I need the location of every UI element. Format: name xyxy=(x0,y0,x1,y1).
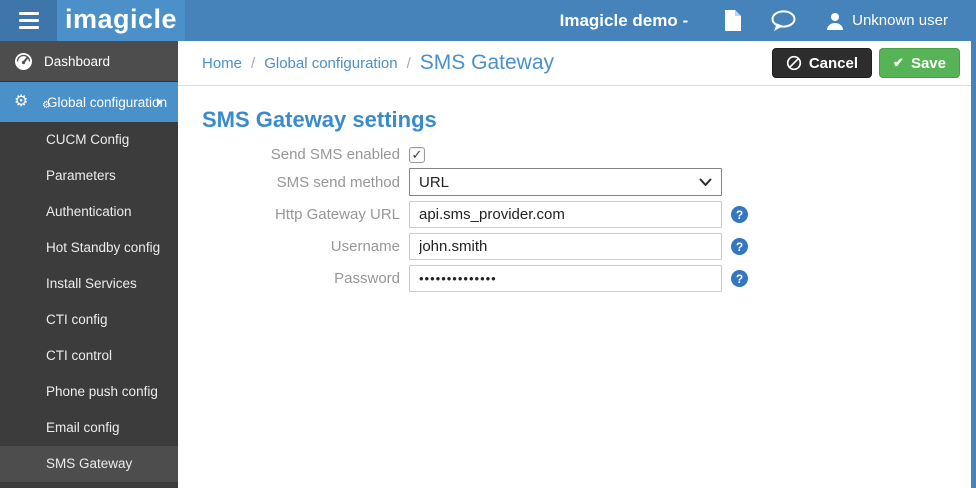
checkmark-icon: ✓ xyxy=(412,147,423,163)
user-menu[interactable]: Unknown user xyxy=(826,12,948,30)
sidebar-item-sms-gateway[interactable]: SMS Gateway xyxy=(0,446,178,482)
form-row-http-gateway-url: Http Gateway URL ? xyxy=(202,201,976,228)
sidebar-item-authentication[interactable]: Authentication xyxy=(0,194,178,230)
field-label: Http Gateway URL xyxy=(202,206,400,223)
help-icon[interactable]: ? xyxy=(731,270,748,287)
save-button-label: Save xyxy=(911,55,946,72)
sidebar-item-parameters[interactable]: Parameters xyxy=(0,158,178,194)
sidebar: Dashboard ⚙ ⚙ Global configuration CUCM … xyxy=(0,41,178,488)
imagicle-logo: imagicle xyxy=(57,0,185,41)
chat-icon[interactable] xyxy=(771,10,796,31)
sidebar-item-dashboard[interactable]: Dashboard xyxy=(0,41,178,82)
sidebar-item-cti-control[interactable]: CTI control xyxy=(0,338,178,374)
form-row-username: Username ? xyxy=(202,233,976,260)
sidebar-item-email-config[interactable]: Email config xyxy=(0,410,178,446)
user-name-label: Unknown user xyxy=(852,12,948,29)
breadcrumb-separator: / xyxy=(407,55,411,72)
ban-icon xyxy=(786,55,802,71)
sms-send-method-select[interactable]: URL xyxy=(409,168,722,196)
http-gateway-url-field[interactable] xyxy=(409,201,722,228)
instance-title: Imagicle demo - xyxy=(560,11,688,31)
sidebar-item-phone-push-config[interactable]: Phone push config xyxy=(0,374,178,410)
sidebar-item-cucm-config[interactable]: CUCM Config xyxy=(0,122,178,158)
field-label: Password xyxy=(202,270,400,287)
main-panel: Home / Global configuration / SMS Gatewa… xyxy=(178,41,976,488)
cancel-button[interactable]: Cancel xyxy=(772,48,872,78)
field-label: Send SMS enabled xyxy=(202,146,400,163)
hamburger-icon xyxy=(19,12,39,29)
save-button[interactable]: ✔ Save xyxy=(879,48,960,78)
password-field[interactable] xyxy=(409,265,722,292)
breadcrumb-current-page: SMS Gateway xyxy=(420,51,554,75)
sidebar-item-global-configuration[interactable]: ⚙ ⚙ Global configuration xyxy=(0,82,178,122)
top-bar: imagicle Imagicle demo - U xyxy=(0,0,976,41)
chevron-down-icon xyxy=(699,178,712,187)
form-row-send-sms-enabled: Send SMS enabled ✓ xyxy=(202,146,976,163)
select-value: URL xyxy=(419,174,449,191)
field-label: SMS send method xyxy=(202,174,400,191)
breadcrumb-separator: / xyxy=(251,55,255,72)
app-window: imagicle Imagicle demo - U xyxy=(0,0,976,488)
send-sms-enabled-checkbox[interactable]: ✓ xyxy=(409,147,425,163)
breadcrumb-bar: Home / Global configuration / SMS Gatewa… xyxy=(178,41,976,86)
form-row-password: Password ? xyxy=(202,265,976,292)
settings-form: SMS Gateway settings Send SMS enabled ✓ … xyxy=(178,86,976,292)
field-label: Username xyxy=(202,238,400,255)
breadcrumb-home-link[interactable]: Home xyxy=(202,55,242,72)
sidebar-item-cti-config[interactable]: CTI config xyxy=(0,302,178,338)
right-edge-strip xyxy=(971,0,976,488)
sidebar-item-install-services[interactable]: Install Services xyxy=(0,266,178,302)
dashboard-gauge-icon xyxy=(14,52,33,71)
sidebar-item-label: Dashboard xyxy=(44,54,110,69)
hamburger-menu-button[interactable] xyxy=(0,0,57,41)
cancel-button-label: Cancel xyxy=(809,55,858,72)
page-title: SMS Gateway settings xyxy=(202,107,976,133)
username-field[interactable] xyxy=(409,233,722,260)
breadcrumb-global-configuration-link[interactable]: Global configuration xyxy=(264,55,397,72)
help-icon[interactable]: ? xyxy=(731,238,748,255)
document-icon[interactable] xyxy=(724,10,741,31)
check-icon: ✔ xyxy=(893,55,904,71)
chevron-right-icon xyxy=(157,98,162,106)
help-icon[interactable]: ? xyxy=(731,206,748,223)
form-row-sms-send-method: SMS send method URL xyxy=(202,168,976,196)
sidebar-item-label: Global configuration xyxy=(47,95,167,110)
gears-icon: ⚙ ⚙ xyxy=(14,92,36,112)
user-icon xyxy=(826,12,844,30)
sidebar-item-hot-standby-config[interactable]: Hot Standby config xyxy=(0,230,178,266)
